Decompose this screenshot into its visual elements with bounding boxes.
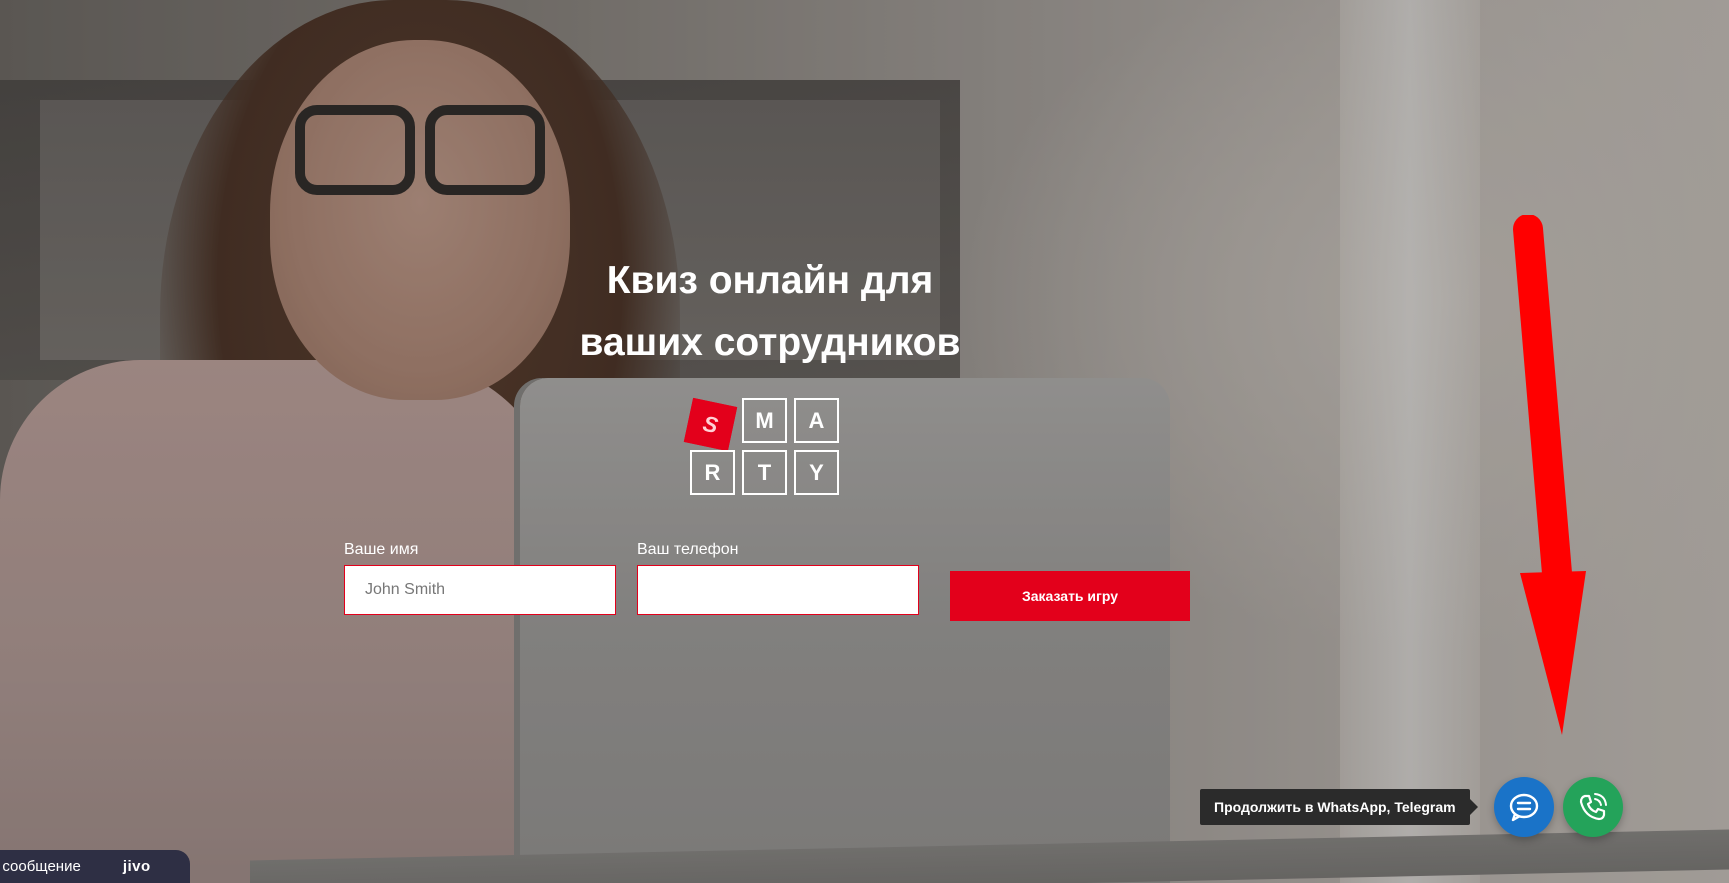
logo-tile-y: Y [794, 450, 839, 495]
logo-tile-t: T [742, 450, 787, 495]
jivo-message-label: ı сообщение [0, 858, 81, 875]
logo-tile-m: M [742, 398, 787, 443]
phone-input[interactable] [637, 565, 919, 615]
name-field-label: Ваше имя [344, 541, 419, 558]
jivo-logo: jivo [122, 858, 151, 875]
hero-title-line-2: ваших сотрудников [579, 321, 961, 364]
call-button[interactable] [1563, 777, 1623, 837]
logo-tile-r: R [690, 450, 735, 495]
hero-background-photo [0, 0, 1729, 883]
messenger-tooltip: Продолжить в WhatsApp, Telegram [1200, 789, 1478, 825]
hero-title-line-1: Квиз онлайн для [606, 259, 934, 302]
hero-title: Квиз онлайн для ваших сотрудников [480, 250, 1060, 374]
logo-tile-s: S [683, 397, 738, 452]
down-arrow-icon [1513, 215, 1586, 735]
smarty-logo: S M A R T Y [680, 397, 850, 502]
chat-button[interactable] [1494, 777, 1554, 837]
order-game-button[interactable]: Заказать игру [950, 571, 1190, 621]
landing-page: Квиз онлайн для ваших сотрудников S M A … [0, 0, 1729, 883]
chat-bubble-icon [1509, 793, 1539, 822]
phone-field-label: Ваш телефон [637, 541, 739, 558]
name-input[interactable] [344, 565, 616, 615]
logo-tile-a: A [794, 398, 839, 443]
jivo-chat-bar[interactable]: ı сообщение jivo [0, 850, 190, 883]
phone-call-icon [1579, 793, 1607, 821]
